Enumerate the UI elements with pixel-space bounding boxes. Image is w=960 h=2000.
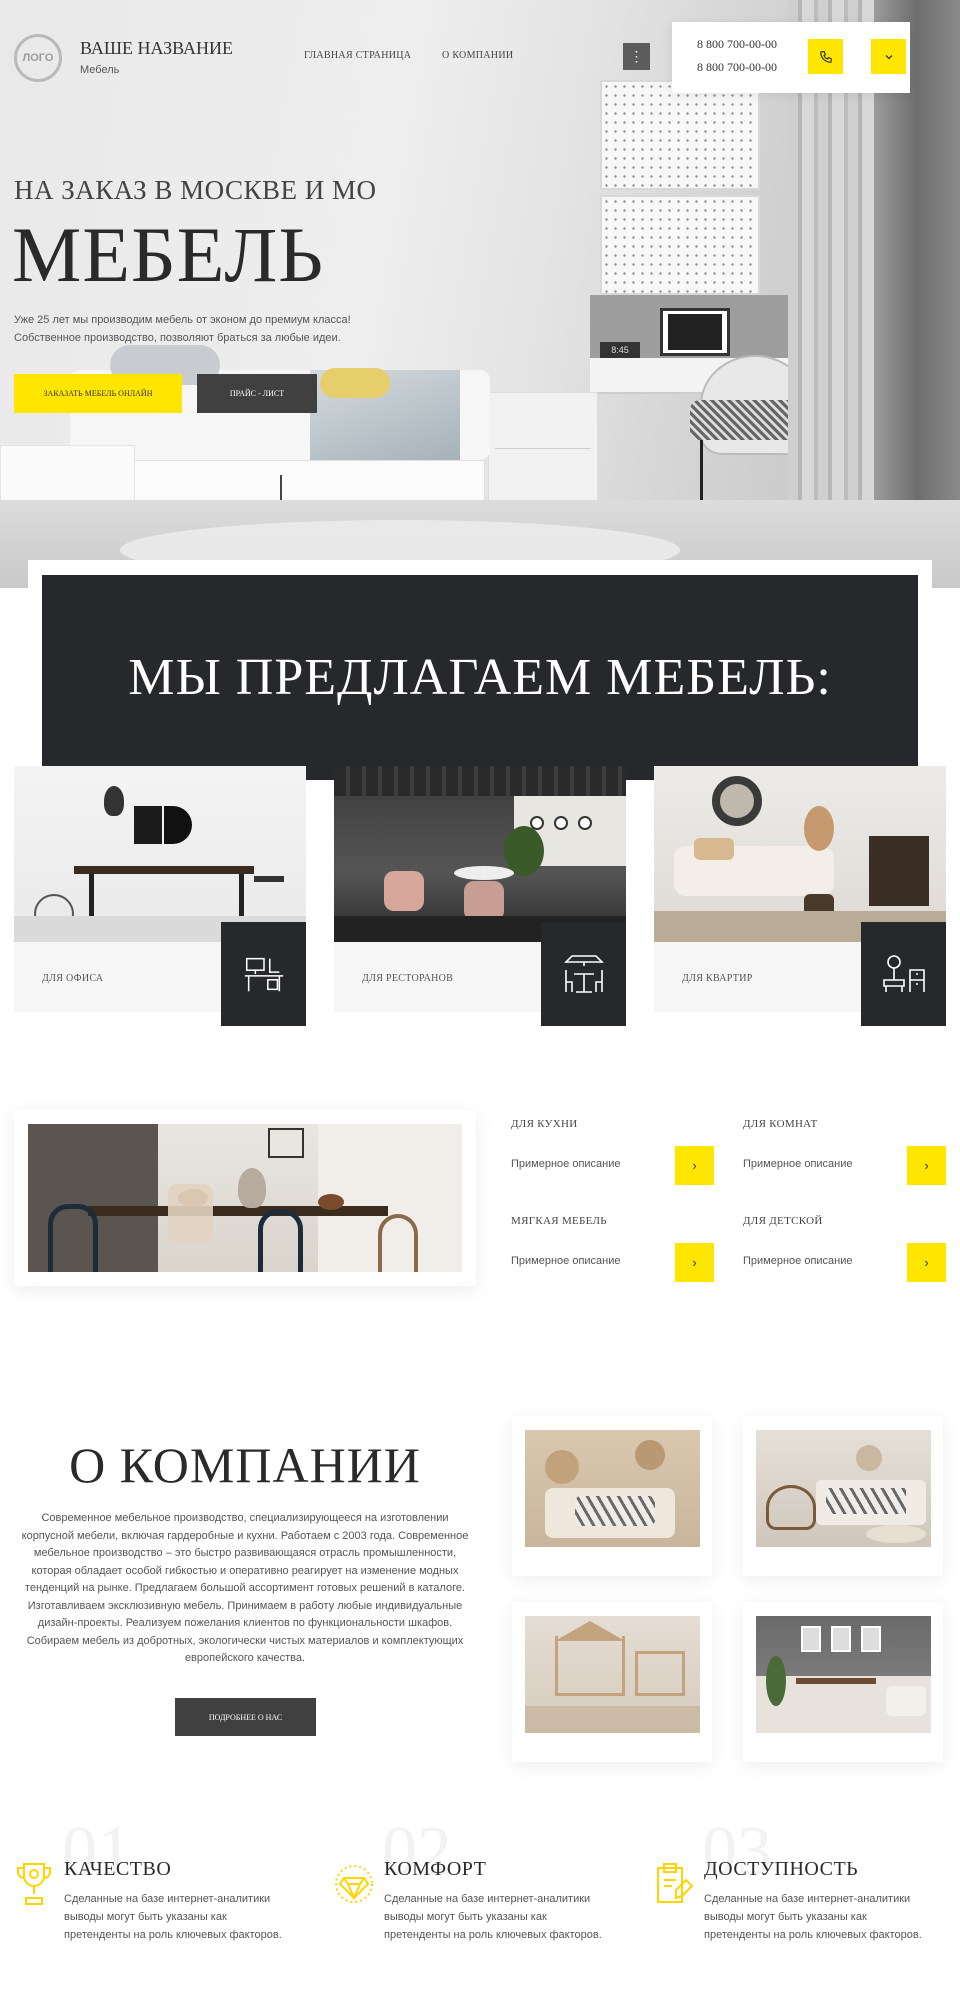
feature-text-quality: Сделанные на базе интернет-аналитики выв… bbox=[64, 1893, 282, 1941]
more-menu-button[interactable]: ⋮ bbox=[623, 43, 650, 70]
products-section: ДЛЯ КУХНИ Примерное описание › ДЛЯ КОМНА… bbox=[0, 1110, 960, 1300]
phone-dropdown-button[interactable] bbox=[871, 39, 906, 74]
apartment-furniture-icon bbox=[882, 955, 925, 992]
kitchen-photo-frame bbox=[14, 1110, 476, 1286]
offer-section: МЫ ПРЕДЛАГАЕМ МЕБЕЛЬ: ДЛЯ ОФИСА ДЛЯ РЕСТ… bbox=[0, 560, 960, 1040]
logo[interactable]: ЛОГО bbox=[14, 34, 62, 82]
feature-quality: 01 КАЧЕСТВО Сделанные на базе интернет-а… bbox=[0, 1813, 300, 1990]
price-list-button[interactable]: ПРАЙС - ЛИСТ bbox=[197, 374, 317, 413]
phone-number-2[interactable]: 8 800 700-00-00 bbox=[697, 60, 777, 75]
category-card-restaurants[interactable]: ДЛЯ РЕСТОРАНОВ bbox=[334, 766, 626, 1026]
restaurant-photo bbox=[334, 766, 626, 942]
category-label-apartments: ДЛЯ КВАРТИР bbox=[682, 973, 753, 984]
category-label-restaurants: ДЛЯ РЕСТОРАНОВ bbox=[362, 973, 454, 984]
bedroom-photo-2 bbox=[756, 1430, 931, 1547]
gallery-photo-2[interactable] bbox=[743, 1416, 943, 1576]
dining-room-photo bbox=[756, 1616, 931, 1733]
brand-name[interactable]: ВАШЕ НАЗВАНИЕ bbox=[80, 38, 233, 59]
product-rooms: ДЛЯ КОМНАТ Примерное описание › bbox=[743, 1110, 953, 1190]
phone-number-1[interactable]: 8 800 700-00-00 bbox=[697, 37, 777, 52]
hero-subtitle: НА ЗАКАЗ В МОСКВЕ И МО bbox=[14, 175, 377, 205]
product-title-soft[interactable]: МЯГКАЯ МЕБЕЛЬ bbox=[511, 1215, 607, 1227]
trophy-icon bbox=[17, 1863, 51, 1905]
price-tag-icon bbox=[657, 1863, 694, 1903]
office-photo bbox=[14, 766, 306, 942]
feature-availability: 03 ДОСТУПНОСТЬ Сделанные на базе интерне… bbox=[640, 1813, 940, 1990]
office-desk-icon bbox=[244, 957, 283, 992]
nav-about[interactable]: О КОМПАНИИ bbox=[442, 50, 513, 61]
features-section: 01 КАЧЕСТВО Сделанные на базе интернет-а… bbox=[0, 1813, 960, 2000]
nav-home[interactable]: ГЛАВНАЯ СТРАНИЦА bbox=[304, 50, 411, 61]
gallery-photo-4[interactable] bbox=[743, 1602, 943, 1762]
dining-photo bbox=[28, 1124, 462, 1272]
product-desc-kitchen: Примерное описание bbox=[511, 1158, 621, 1170]
about-text: Современное мебельное производство, спец… bbox=[21, 1512, 469, 1664]
product-kitchen: ДЛЯ КУХНИ Примерное описание › bbox=[511, 1110, 721, 1190]
phone-box: 8 800 700-00-00 8 800 700-00-00 bbox=[672, 22, 910, 93]
about-title: О КОМПАНИИ bbox=[69, 1437, 421, 1493]
feature-comfort: 02 КОМФОРТ Сделанные на базе интернет-ан… bbox=[320, 1813, 620, 1990]
product-arrow-button-kitchen[interactable]: › bbox=[675, 1146, 714, 1185]
product-arrow-button-kids[interactable]: › bbox=[907, 1243, 946, 1282]
hero-section: 8:45 ЛОГО ВАШЕ НАЗВАНИЕ Мебель ГЛАВНАЯ С… bbox=[0, 0, 960, 588]
restaurant-table-icon bbox=[563, 955, 604, 993]
feature-text-availability: Сделанные на базе интернет-аналитики выв… bbox=[704, 1893, 922, 1941]
feature-title-quality: КАЧЕСТВО bbox=[64, 1858, 172, 1880]
product-arrow-button-rooms[interactable]: › bbox=[907, 1146, 946, 1185]
product-title-rooms[interactable]: ДЛЯ КОМНАТ bbox=[743, 1118, 817, 1130]
apartment-photo bbox=[654, 766, 946, 942]
feature-title-availability: ДОСТУПНОСТЬ bbox=[704, 1858, 859, 1880]
desk-clock: 8:45 bbox=[600, 342, 640, 358]
feature-text-comfort: Сделанные на базе интернет-аналитики выв… bbox=[384, 1893, 602, 1941]
category-label-office: ДЛЯ ОФИСА bbox=[42, 973, 104, 984]
bedroom-photo-1 bbox=[525, 1430, 700, 1547]
offer-title: МЫ ПРЕДЛАГАЕМ МЕБЕЛЬ: bbox=[128, 649, 832, 706]
product-desc-rooms: Примерное описание bbox=[743, 1158, 853, 1170]
product-soft-furniture: МЯГКАЯ МЕБЕЛЬ Примерное описание › bbox=[511, 1207, 721, 1287]
gallery-photo-3[interactable] bbox=[512, 1602, 712, 1762]
product-desc-kids: Примерное описание bbox=[743, 1255, 853, 1267]
phone-icon bbox=[819, 50, 832, 63]
order-online-button[interactable]: ЗАКАЗАТЬ МЕБЕЛЬ ОНЛАЙН bbox=[14, 374, 182, 413]
site-header: ЛОГО ВАШЕ НАЗВАНИЕ Мебель ГЛАВНАЯ СТРАНИ… bbox=[0, 0, 960, 110]
product-title-kids[interactable]: ДЛЯ ДЕТСКОЙ bbox=[743, 1215, 823, 1227]
more-about-button[interactable]: ПОДРОБНЕЕ О НАС bbox=[175, 1698, 316, 1736]
category-card-apartments[interactable]: ДЛЯ КВАРТИР bbox=[654, 766, 946, 1026]
feature-title-comfort: КОМФОРТ bbox=[384, 1858, 487, 1880]
diamond-icon bbox=[335, 1865, 373, 1903]
call-button[interactable] bbox=[808, 39, 843, 74]
chevron-down-icon bbox=[885, 54, 892, 59]
brand-subtitle: Мебель bbox=[80, 64, 120, 76]
product-title-kitchen[interactable]: ДЛЯ КУХНИ bbox=[511, 1118, 578, 1130]
product-kids: ДЛЯ ДЕТСКОЙ Примерное описание › bbox=[743, 1207, 953, 1287]
kids-room-photo bbox=[525, 1616, 700, 1733]
category-card-office[interactable]: ДЛЯ ОФИСА bbox=[14, 766, 306, 1026]
hero-description: Уже 25 лет мы производим мебель от эконо… bbox=[14, 314, 351, 344]
product-arrow-button-soft[interactable]: › bbox=[675, 1243, 714, 1282]
hero-title: МЕБЕЛЬ bbox=[12, 211, 325, 298]
about-section: О КОМПАНИИ Современное мебельное произво… bbox=[0, 1380, 960, 1780]
product-desc-soft: Примерное описание bbox=[511, 1255, 621, 1267]
gallery-photo-1[interactable] bbox=[512, 1416, 712, 1576]
